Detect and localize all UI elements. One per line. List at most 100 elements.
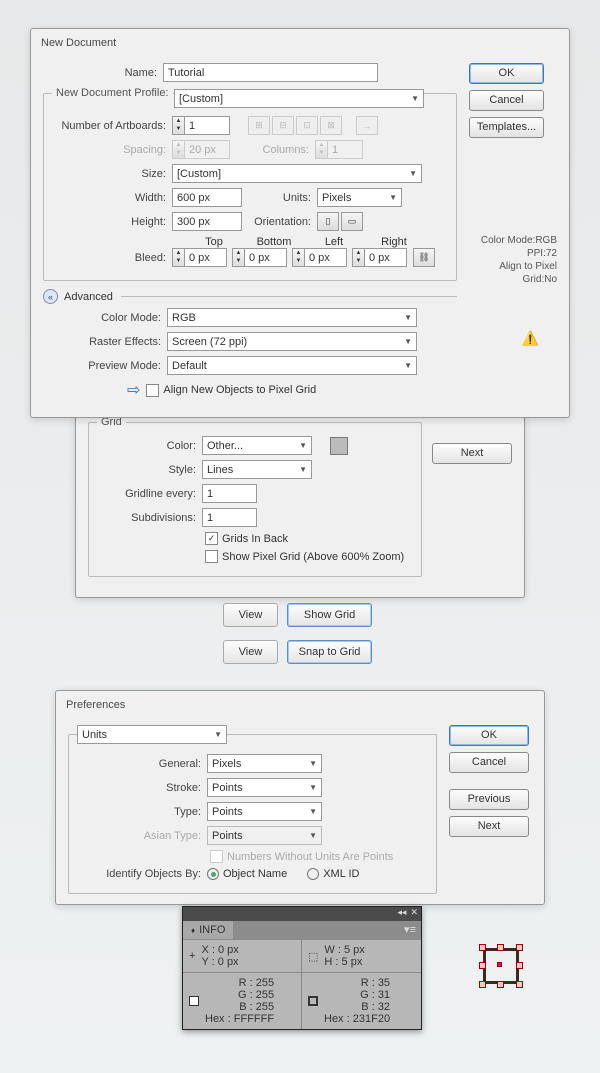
nounits-checkbox <box>210 850 223 863</box>
profile-combo[interactable]: [Custom]▼ <box>174 89 424 108</box>
grids-in-back-label: Grids In Back <box>222 533 288 545</box>
arrange-rtl-icon: ⊠ <box>320 116 342 135</box>
align-pixel-label: Align New Objects to Pixel Grid <box>163 384 316 396</box>
colormode-combo[interactable]: RGB▼ <box>167 308 417 327</box>
new-document-dialog: New Document Name: New Document Profile:… <box>30 28 570 418</box>
subdivisions-label: Subdivisions: <box>97 512 202 524</box>
general-label: General: <box>77 758 207 770</box>
info-tab[interactable]: ♦INFO <box>183 921 233 939</box>
panel-header: ◂◂ ✕ <box>183 907 421 921</box>
prefs-cancel-button[interactable]: Cancel <box>449 752 529 773</box>
grid-style-combo[interactable]: Lines▼ <box>202 460 312 479</box>
panel-close-icon[interactable]: ✕ <box>410 907 418 921</box>
bleed-left-label: Left <box>304 236 364 248</box>
units-label: Units: <box>242 192 317 204</box>
align-pixel-checkbox[interactable] <box>146 384 159 397</box>
ok-button[interactable]: OK <box>469 63 544 84</box>
bleed-top-label: Top <box>184 236 244 248</box>
arrange-arrow-icon: → <box>356 116 378 135</box>
bleed-right-spin[interactable]: ▲▼ <box>352 248 407 267</box>
height-label: Height: <box>52 216 172 228</box>
raster-combo[interactable]: Screen (72 ppi)▼ <box>167 332 417 351</box>
cursor-icon: + <box>189 950 195 962</box>
general-combo[interactable]: Pixels▼ <box>207 754 322 773</box>
subdivisions-input[interactable] <box>202 508 257 527</box>
bleed-right-label: Right <box>364 236 424 248</box>
prefs-previous-button[interactable]: Previous <box>449 789 529 810</box>
next-button[interactable]: Next <box>432 443 512 464</box>
stroke-combo[interactable]: Points▼ <box>207 778 322 797</box>
asian-label: Asian Type: <box>77 830 207 842</box>
grid-color-combo[interactable]: Other...▼ <box>202 436 312 455</box>
arrange-row-icon: ⊟ <box>272 116 294 135</box>
fill-g: 255 <box>256 989 274 1001</box>
type-combo[interactable]: Points▼ <box>207 802 322 821</box>
view-menu-button[interactable]: View <box>223 603 278 627</box>
prefs-ok-button[interactable]: OK <box>449 725 529 746</box>
height-input[interactable] <box>172 212 242 231</box>
pointer-arrow-icon: ⇨ <box>127 380 140 400</box>
show-pixel-grid-label: Show Pixel Grid (Above 600% Zoom) <box>222 551 404 563</box>
snap-to-grid-button[interactable]: Snap to Grid <box>287 640 372 664</box>
columns-label: Columns: <box>230 144 315 156</box>
xml-id-radio[interactable] <box>307 868 319 880</box>
panel-collapse-icon[interactable]: ◂◂ <box>397 907 406 921</box>
grid-style-label: Style: <box>97 464 202 476</box>
type-label: Type: <box>77 806 207 818</box>
panel-menu-icon[interactable]: ▾≡ <box>399 921 421 938</box>
stroke-g: 31 <box>378 989 390 1001</box>
identify-label: Identify Objects By: <box>77 868 207 880</box>
fill-r: 255 <box>256 977 274 989</box>
units-fieldset: Units▼ General: Pixels▼ Stroke: Points▼ … <box>68 725 437 894</box>
h-value: 5 px <box>342 956 363 968</box>
orientation-label: Orientation: <box>242 216 317 228</box>
units-combo[interactable]: Pixels▼ <box>317 188 402 207</box>
warning-icon: ⚠️ <box>469 330 557 347</box>
artwork-selection-preview <box>475 940 527 992</box>
info-ppi: PPI:72 <box>469 247 557 260</box>
bleed-link-icon[interactable]: ⛓ <box>413 248 435 267</box>
width-label: Width: <box>52 192 172 204</box>
cancel-button[interactable]: Cancel <box>469 90 544 111</box>
bleed-left-spin[interactable]: ▲▼ <box>292 248 347 267</box>
view-menu-button-2[interactable]: View <box>223 640 278 664</box>
gridline-every-input[interactable] <box>202 484 257 503</box>
arrange-col-icon: ⊡ <box>296 116 318 135</box>
size-combo[interactable]: [Custom]▼ <box>172 164 422 183</box>
advanced-toggle[interactable]: « <box>43 289 58 304</box>
width-input[interactable] <box>172 188 242 207</box>
stroke-b: 32 <box>378 1001 390 1013</box>
name-input[interactable] <box>163 63 378 82</box>
show-pixel-grid-checkbox[interactable] <box>205 550 218 563</box>
y-value: 0 px <box>218 956 239 968</box>
prefs-next-button[interactable]: Next <box>449 816 529 837</box>
orientation-portrait-icon[interactable]: ▯ <box>317 212 339 231</box>
grid-color-swatch[interactable] <box>330 437 348 455</box>
asian-combo: Points▼ <box>207 826 322 845</box>
bleed-label: Bleed: <box>52 252 172 264</box>
stroke-r: 35 <box>378 977 390 989</box>
bleed-top-spin[interactable]: ▲▼ <box>172 248 227 267</box>
orientation-landscape-icon[interactable]: ▭ <box>341 212 363 231</box>
spacing-spin: ▲▼ <box>172 140 230 159</box>
preview-combo[interactable]: Default▼ <box>167 356 417 375</box>
nounits-label: Numbers Without Units Are Points <box>227 851 393 863</box>
prefs-section-combo[interactable]: Units▼ <box>77 725 227 744</box>
name-label: Name: <box>43 67 163 79</box>
columns-spin: ▲▼ <box>315 140 363 159</box>
gridline-every-label: Gridline every: <box>97 488 202 500</box>
object-name-radio[interactable] <box>207 868 219 880</box>
profile-fieldset: New Document Profile: [Custom]▼ Number o… <box>43 87 457 281</box>
fill-swatch-icon <box>189 996 199 1006</box>
fill-b: 255 <box>256 1001 274 1013</box>
preview-label: Preview Mode: <box>47 360 167 372</box>
artboards-spin[interactable]: ▲▼ <box>172 116 230 135</box>
w-value: 5 px <box>344 944 365 956</box>
show-grid-button[interactable]: Show Grid <box>287 603 372 627</box>
x-label: X : <box>201 944 214 956</box>
templates-button[interactable]: Templates... <box>469 117 544 138</box>
grids-in-back-checkbox[interactable]: ✓ <box>205 532 218 545</box>
bleed-bottom-spin[interactable]: ▲▼ <box>232 248 287 267</box>
info-align: Align to Pixel Grid:No <box>469 260 557 286</box>
advanced-label: Advanced <box>64 291 113 303</box>
